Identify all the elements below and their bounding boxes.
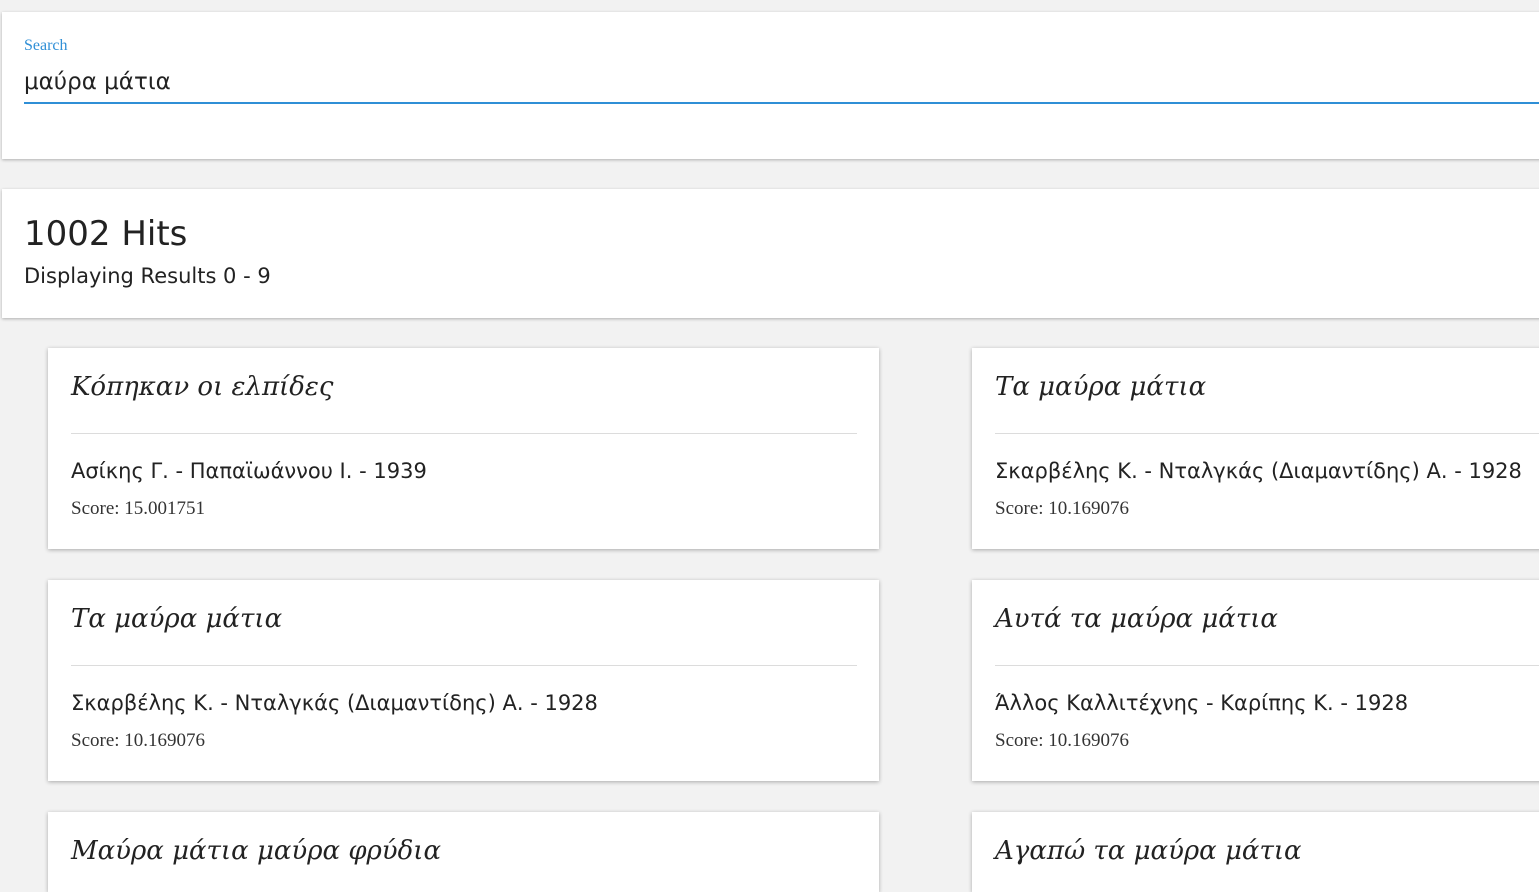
result-artist: Ασίκης Γ. - Παπαϊωάννου Ι. - 1939 bbox=[71, 459, 427, 483]
result-title[interactable]: Αυτά τα μαύρα μάτια bbox=[995, 604, 1278, 634]
result-artist: Άλλος Καλλιτέχνης - Καρίπης Κ. - 1928 bbox=[995, 691, 1409, 715]
result-title[interactable]: Κόπηκαν οι ελπίδες bbox=[71, 372, 333, 402]
result-score: Score: 10.169076 bbox=[71, 730, 206, 751]
card-divider bbox=[71, 665, 857, 666]
result-score: Score: 10.169076 bbox=[995, 730, 1130, 751]
results-range: Displaying Results 0 - 9 bbox=[24, 264, 271, 288]
search-panel: Search bbox=[2, 12, 1539, 159]
result-artist: Σκαρβέλης Κ. - Νταλγκάς (Διαμαντίδης) Α.… bbox=[71, 691, 598, 715]
results-summary: 1002 Hits Displaying Results 0 - 9 bbox=[2, 189, 1539, 318]
card-divider bbox=[995, 665, 1539, 666]
result-card[interactable]: Αγαπώ τα μαύρα μάτια bbox=[972, 812, 1539, 892]
result-title[interactable]: Τα μαύρα μάτια bbox=[71, 604, 282, 634]
result-score: Score: 10.169076 bbox=[995, 498, 1130, 519]
search-label: Search bbox=[24, 37, 68, 54]
result-title[interactable]: Τα μαύρα μάτια bbox=[995, 372, 1206, 402]
result-card[interactable]: Μαύρα μάτια μαύρα φρύδια bbox=[48, 812, 879, 892]
card-divider bbox=[71, 433, 857, 434]
result-title[interactable]: Μαύρα μάτια μαύρα φρύδια bbox=[71, 836, 441, 866]
result-card[interactable]: Τα μαύρα μάτια Σκαρβέλης Κ. - Νταλγκάς (… bbox=[48, 580, 879, 781]
result-card[interactable]: Αυτά τα μαύρα μάτια Άλλος Καλλιτέχνης - … bbox=[972, 580, 1539, 781]
card-divider bbox=[995, 433, 1539, 434]
result-score: Score: 15.001751 bbox=[71, 498, 206, 519]
result-card[interactable]: Κόπηκαν οι ελπίδες Ασίκης Γ. - Παπαϊωάνν… bbox=[48, 348, 879, 549]
result-title[interactable]: Αγαπώ τα μαύρα μάτια bbox=[995, 836, 1302, 866]
search-input[interactable] bbox=[24, 62, 1539, 104]
result-card[interactable]: Τα μαύρα μάτια Σκαρβέλης Κ. - Νταλγκάς (… bbox=[972, 348, 1539, 549]
hits-count: 1002 Hits bbox=[24, 214, 188, 254]
result-artist: Σκαρβέλης Κ. - Νταλγκάς (Διαμαντίδης) Α.… bbox=[995, 459, 1522, 483]
